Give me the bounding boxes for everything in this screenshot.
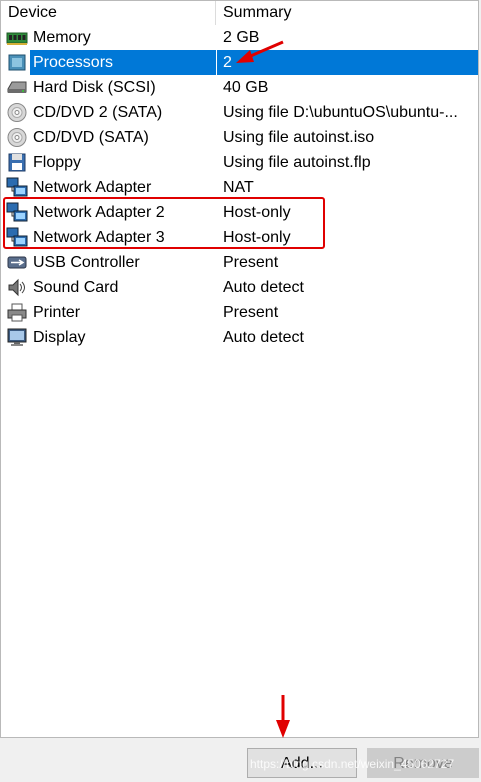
device-summary: Present [223,304,279,321]
device-name: Memory [33,29,91,46]
device-row-printer[interactable]: Printer Present [1,300,478,325]
printer-icon [6,302,28,323]
device-name: CD/DVD (SATA) [33,129,149,146]
device-summary: 2 GB [223,29,260,46]
speaker-icon [6,277,28,298]
device-summary: Present [223,254,279,271]
column-header-summary[interactable]: Summary [217,1,478,25]
device-summary: 40 GB [223,79,269,96]
device-name: Hard Disk (SCSI) [33,79,156,96]
device-summary: Auto detect [223,279,304,296]
device-rows: Memory 2 GB Processors 2 Hard Disk (SCSI… [1,25,478,350]
device-row-cd-dvd[interactable]: CD/DVD (SATA) Using file autoinst.iso [1,125,478,150]
memory-icon [6,27,28,48]
floppy-icon [6,152,28,173]
device-row-hard-disk[interactable]: Hard Disk (SCSI) 40 GB [1,75,478,100]
device-name: Printer [33,304,81,321]
device-row-usb-controller[interactable]: USB Controller Present [1,250,478,275]
device-row-sound-card[interactable]: Sound Card Auto detect [1,275,478,300]
device-row-memory[interactable]: Memory 2 GB [1,25,478,50]
annotation-highlight-box [3,197,325,249]
device-row-cd-dvd-2[interactable]: CD/DVD 2 (SATA) Using file D:\ubuntuOS\u… [1,100,478,125]
device-summary: Using file autoinst.iso [223,129,375,146]
hard-disk-icon [6,77,28,98]
watermark-text: https://blog.csdn.net/weixin_45062727 [250,757,455,771]
display-icon [6,327,28,348]
device-name: USB Controller [33,254,140,271]
device-name: Processors [30,50,216,75]
cd-dvd-icon [6,127,28,148]
device-name: CD/DVD 2 (SATA) [33,104,163,121]
device-row-display[interactable]: Display Auto detect [1,325,478,350]
device-name: Floppy [33,154,82,171]
network-adapter-icon [6,177,28,198]
device-summary: Auto detect [223,329,304,346]
device-row-floppy[interactable]: Floppy Using file autoinst.flp [1,150,478,175]
device-summary: 2 [217,50,478,75]
device-summary: Using file D:\ubuntuOS\ubuntu-... [223,104,458,121]
usb-icon [6,252,28,273]
column-header-device[interactable]: Device [1,1,216,25]
device-name: Display [33,329,86,346]
list-header: Device Summary [1,1,478,25]
processor-icon [6,52,28,73]
device-summary: Using file autoinst.flp [223,154,371,171]
device-name: Sound Card [33,279,119,296]
cd-dvd-icon [6,102,28,123]
device-list-panel: Device Summary Memory 2 GB Processors 2 … [0,0,479,738]
device-row-processors[interactable]: Processors 2 [1,50,478,75]
